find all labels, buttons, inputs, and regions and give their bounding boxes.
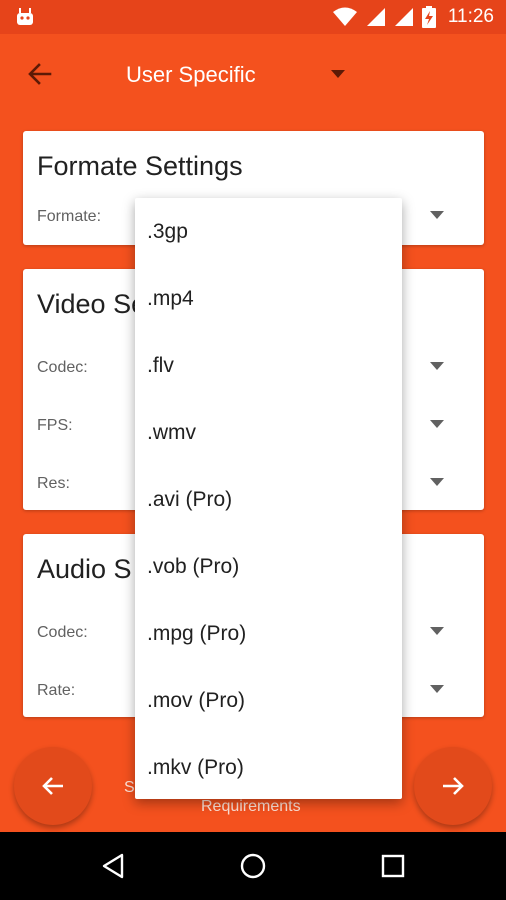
- arrow-left-icon[interactable]: [24, 58, 56, 90]
- chevron-down-icon[interactable]: [430, 420, 444, 428]
- audio-codec-label: Codec:: [37, 624, 88, 641]
- status-bar: 11:26: [0, 0, 506, 34]
- signal-icon: [366, 8, 385, 26]
- back-triangle-icon[interactable]: [100, 852, 128, 880]
- option-vob[interactable]: .vob (Pro): [135, 533, 402, 600]
- card-title: Formate Settings: [37, 151, 243, 181]
- chevron-down-icon[interactable]: [430, 478, 444, 486]
- profile-spinner-label[interactable]: User Specific: [126, 62, 256, 88]
- video-codec-label: Codec:: [37, 359, 88, 376]
- option-3gp[interactable]: .3gp: [135, 198, 402, 265]
- option-flv[interactable]: .flv: [135, 332, 402, 399]
- fps-label: FPS:: [37, 417, 73, 434]
- format-label: Formate:: [37, 208, 102, 225]
- recents-square-icon[interactable]: [379, 852, 407, 880]
- toolbar: User Specific: [0, 34, 506, 114]
- android-icon: [17, 8, 33, 25]
- rate-label: Rate:: [37, 682, 76, 699]
- option-mov[interactable]: .mov (Pro): [135, 667, 402, 734]
- navigation-bar: [0, 832, 506, 900]
- chevron-down-icon[interactable]: [430, 211, 444, 219]
- chevron-down-icon[interactable]: [430, 627, 444, 635]
- format-dropdown-menu: .3gp .mp4 .flv .wmv .avi (Pro) .vob (Pro…: [135, 198, 402, 799]
- option-mp4[interactable]: .mp4: [135, 265, 402, 332]
- arrow-right-icon: [443, 777, 464, 795]
- wifi-icon: [332, 7, 357, 26]
- triangle-down-icon[interactable]: [330, 69, 346, 79]
- battery-charging-icon: [421, 6, 436, 28]
- option-mkv[interactable]: .mkv (Pro): [135, 734, 402, 801]
- card-title: Audio S: [37, 554, 132, 584]
- option-wmv[interactable]: .wmv: [135, 399, 402, 466]
- card-title: Video Se: [37, 289, 147, 319]
- resolution-label: Res:: [37, 475, 70, 492]
- next-button[interactable]: [414, 747, 492, 825]
- previous-button[interactable]: [14, 747, 92, 825]
- signal-icon: [394, 8, 413, 26]
- bottom-partial-text: S: [124, 779, 135, 796]
- chevron-down-icon[interactable]: [430, 362, 444, 370]
- home-circle-icon[interactable]: [239, 852, 267, 880]
- option-avi[interactable]: .avi (Pro): [135, 466, 402, 533]
- clock-time: 11:26: [447, 6, 494, 27]
- arrow-left-icon: [42, 777, 63, 795]
- chevron-down-icon[interactable]: [430, 685, 444, 693]
- option-mpg[interactable]: .mpg (Pro): [135, 600, 402, 667]
